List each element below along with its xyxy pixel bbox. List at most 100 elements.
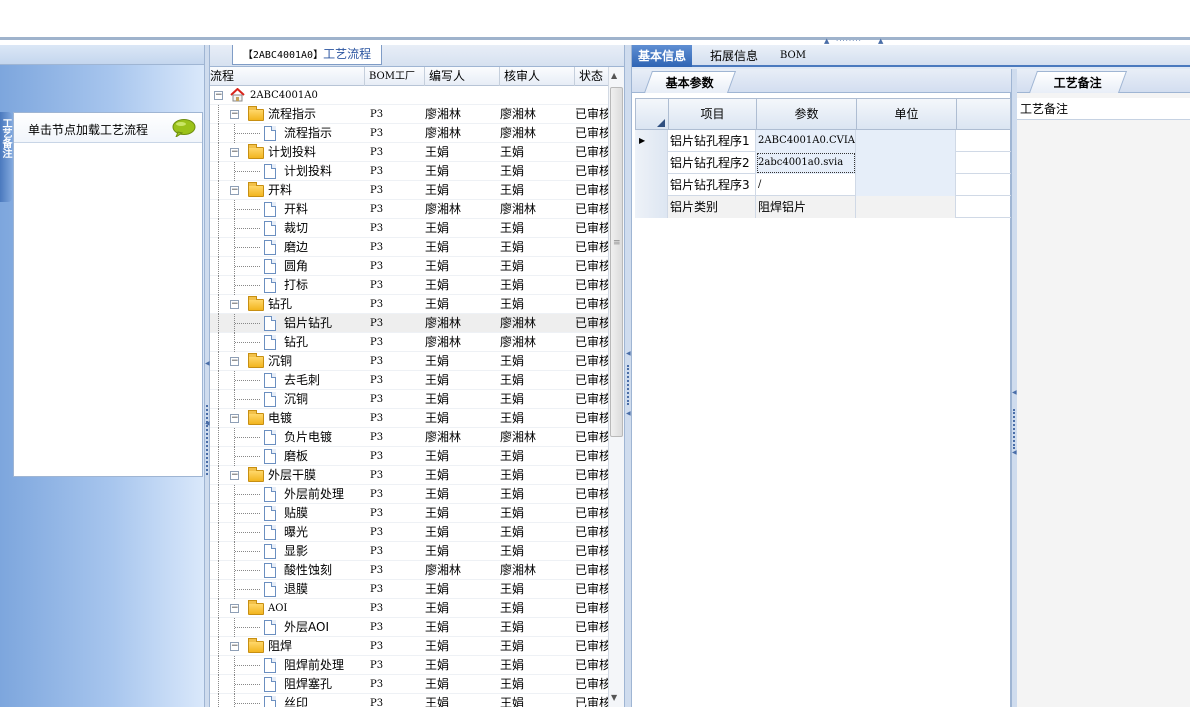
notes-column-header[interactable]: 工艺备注 — [1017, 98, 1190, 120]
grid-header-unit[interactable]: 单位 — [857, 99, 957, 130]
tree-node[interactable]: 磨板 — [210, 447, 365, 466]
tree-row[interactable]: − AOI P3 王娟 王娟 已审核 — [210, 599, 608, 618]
tree-node[interactable]: 圆角 — [210, 257, 365, 276]
tree-row[interactable]: − 计划投料 P3 王娟 王娟 已审核 — [210, 143, 608, 162]
collapse-toggle-icon[interactable]: − — [230, 300, 239, 309]
param-unit[interactable] — [856, 174, 956, 196]
tab-basic-info[interactable]: 基本信息 — [632, 45, 693, 67]
tree-row[interactable]: 酸性蚀刻 P3 廖湘林 廖湘林 已审核 — [210, 561, 608, 580]
collapse-toggle-icon[interactable]: − — [230, 471, 239, 480]
tree-node[interactable]: − 开料 — [210, 181, 365, 200]
col-header-status[interactable]: 状态 — [575, 67, 608, 86]
tree-row[interactable]: 铝片钻孔 P3 廖湘林 廖湘林 已审核 — [210, 314, 608, 333]
tree-node[interactable]: − 阻焊 — [210, 637, 365, 656]
tree-node[interactable]: 曝光 — [210, 523, 365, 542]
tree-row[interactable]: 开料 P3 廖湘林 廖湘林 已审核 — [210, 200, 608, 219]
tree-row[interactable]: − 开料 P3 王娟 王娟 已审核 — [210, 181, 608, 200]
param-value[interactable]: 2abc4001a0.svia — [756, 152, 856, 174]
tree-row[interactable]: 贴膜 P3 王娟 王娟 已审核 — [210, 504, 608, 523]
scroll-down-icon[interactable]: ▼ — [611, 693, 617, 702]
tree-row[interactable]: 退膜 P3 王娟 王娟 已审核 — [210, 580, 608, 599]
tree-node[interactable]: 裁切 — [210, 219, 365, 238]
row-header[interactable]: ▶ — [635, 130, 668, 152]
tree-node[interactable]: 去毛刺 — [210, 371, 365, 390]
tree-row[interactable]: 磨板 P3 王娟 王娟 已审核 — [210, 447, 608, 466]
col-header-bom[interactable]: BOM工厂 — [365, 67, 425, 86]
tree-row[interactable]: 去毛刺 P3 王娟 王娟 已审核 — [210, 371, 608, 390]
param-unit[interactable] — [856, 130, 956, 152]
param-unit[interactable] — [856, 152, 956, 174]
collapse-toggle-icon[interactable]: − — [214, 91, 223, 100]
tree-node[interactable]: − AOI — [210, 599, 365, 618]
param-row[interactable]: 铝片类别 阻焊铝片 — [635, 196, 1011, 218]
tree-row[interactable]: − 钻孔 P3 王娟 王娟 已审核 — [210, 295, 608, 314]
tree-row[interactable]: 负片电镀 P3 廖湘林 廖湘林 已审核 — [210, 428, 608, 447]
tree-node[interactable]: 打标 — [210, 276, 365, 295]
col-header-process[interactable]: 流程 — [210, 67, 365, 86]
tree-row[interactable]: − 电镀 P3 王娟 王娟 已审核 — [210, 409, 608, 428]
param-row[interactable]: 铝片钻孔程序3 / — [635, 174, 1011, 196]
tree-node[interactable]: 退膜 — [210, 580, 365, 599]
collapse-toggle-icon[interactable]: − — [230, 186, 239, 195]
tree-node[interactable]: − 2ABC4001A0 — [210, 86, 365, 105]
row-header[interactable] — [635, 196, 668, 218]
tree-row[interactable]: 钻孔 P3 廖湘林 廖湘林 已审核 — [210, 333, 608, 352]
tree-row[interactable]: − 外层干膜 P3 王娟 王娟 已审核 — [210, 466, 608, 485]
tree-row[interactable]: 计划投料 P3 王娟 王娟 已审核 — [210, 162, 608, 181]
tree-row[interactable]: 阻焊塞孔 P3 王娟 王娟 已审核 — [210, 675, 608, 694]
tree-row[interactable]: 阻焊前处理 P3 王娟 王娟 已审核 — [210, 656, 608, 675]
tree-node[interactable]: 酸性蚀刻 — [210, 561, 365, 580]
param-row[interactable]: ▶ 铝片钻孔程序1 2ABC4001A0.CVIA — [635, 130, 1011, 152]
col-header-reviewer[interactable]: 核审人 — [500, 67, 575, 86]
tab-process-notes[interactable]: 工艺备注 — [1028, 71, 1128, 93]
tab-basic-params[interactable]: 基本参数 — [643, 71, 737, 93]
scroll-thumb[interactable]: ≡ — [610, 87, 623, 437]
param-value[interactable]: 阻焊铝片 — [756, 196, 856, 218]
grid-corner[interactable] — [636, 99, 669, 130]
tree-row[interactable]: − 阻焊 P3 王娟 王娟 已审核 — [210, 637, 608, 656]
tree-row[interactable]: 丝印 P3 王娟 王娟 已审核 — [210, 694, 608, 707]
vertical-tab[interactable]: 工艺备注 — [0, 112, 12, 202]
tree-row[interactable]: − 2ABC4001A0 — [210, 86, 608, 105]
param-row[interactable]: 铝片钻孔程序2 2abc4001a0.svia — [635, 152, 1011, 174]
tree-row[interactable]: 打标 P3 王娟 王娟 已审核 — [210, 276, 608, 295]
tree-row[interactable]: 磨边 P3 王娟 王娟 已审核 — [210, 238, 608, 257]
tree-node[interactable]: − 电镀 — [210, 409, 365, 428]
tree-node[interactable]: 计划投料 — [210, 162, 365, 181]
tree-node[interactable]: 贴膜 — [210, 504, 365, 523]
row-header[interactable] — [635, 152, 668, 174]
param-unit[interactable] — [856, 196, 956, 218]
tree-row[interactable]: 显影 P3 王娟 王娟 已审核 — [210, 542, 608, 561]
tree-row[interactable]: 曝光 P3 王娟 王娟 已审核 — [210, 523, 608, 542]
collapse-toggle-icon[interactable]: − — [230, 642, 239, 651]
tree-scrollbar[interactable]: ▲ ≡ ▼ — [608, 67, 624, 707]
collapse-toggle-icon[interactable]: − — [230, 148, 239, 157]
tree-node[interactable]: 丝印 — [210, 694, 365, 707]
tree-node[interactable]: 流程指示 — [210, 124, 365, 143]
tree-node[interactable]: − 沉铜 — [210, 352, 365, 371]
tree-node[interactable]: 阻焊塞孔 — [210, 675, 365, 694]
grid-header-item[interactable]: 项目 — [669, 99, 757, 130]
tree-row[interactable]: 圆角 P3 王娟 王娟 已审核 — [210, 257, 608, 276]
tree-node[interactable]: 沉铜 — [210, 390, 365, 409]
tab-bom[interactable]: BOM — [774, 45, 812, 67]
param-value[interactable]: 2ABC4001A0.CVIA — [756, 130, 856, 152]
grid-header-param[interactable]: 参数 — [757, 99, 857, 130]
tree-node[interactable]: − 钻孔 — [210, 295, 365, 314]
tab-extended-info[interactable]: 拓展信息 — [704, 45, 764, 67]
tree-row[interactable]: 外层AOI P3 王娟 王娟 已审核 — [210, 618, 608, 637]
collapse-toggle-icon[interactable]: − — [230, 604, 239, 613]
param-value[interactable]: / — [756, 174, 856, 196]
tree-node[interactable]: − 流程指示 — [210, 105, 365, 124]
tree-node[interactable]: 铝片钻孔 — [210, 314, 365, 333]
tree-node[interactable]: − 外层干膜 — [210, 466, 365, 485]
collapse-toggle-icon[interactable]: − — [230, 414, 239, 423]
tree-row[interactable]: − 沉铜 P3 王娟 王娟 已审核 — [210, 352, 608, 371]
scroll-up-icon[interactable]: ▲ — [611, 71, 617, 80]
tree-row[interactable]: 裁切 P3 王娟 王娟 已审核 — [210, 219, 608, 238]
tree-node[interactable]: 阻焊前处理 — [210, 656, 365, 675]
splitter-middle[interactable]: ◀ ◀ — [624, 45, 632, 707]
tree-node[interactable]: 磨边 — [210, 238, 365, 257]
tree-node[interactable]: 外层AOI — [210, 618, 365, 637]
tree-node[interactable]: 钻孔 — [210, 333, 365, 352]
